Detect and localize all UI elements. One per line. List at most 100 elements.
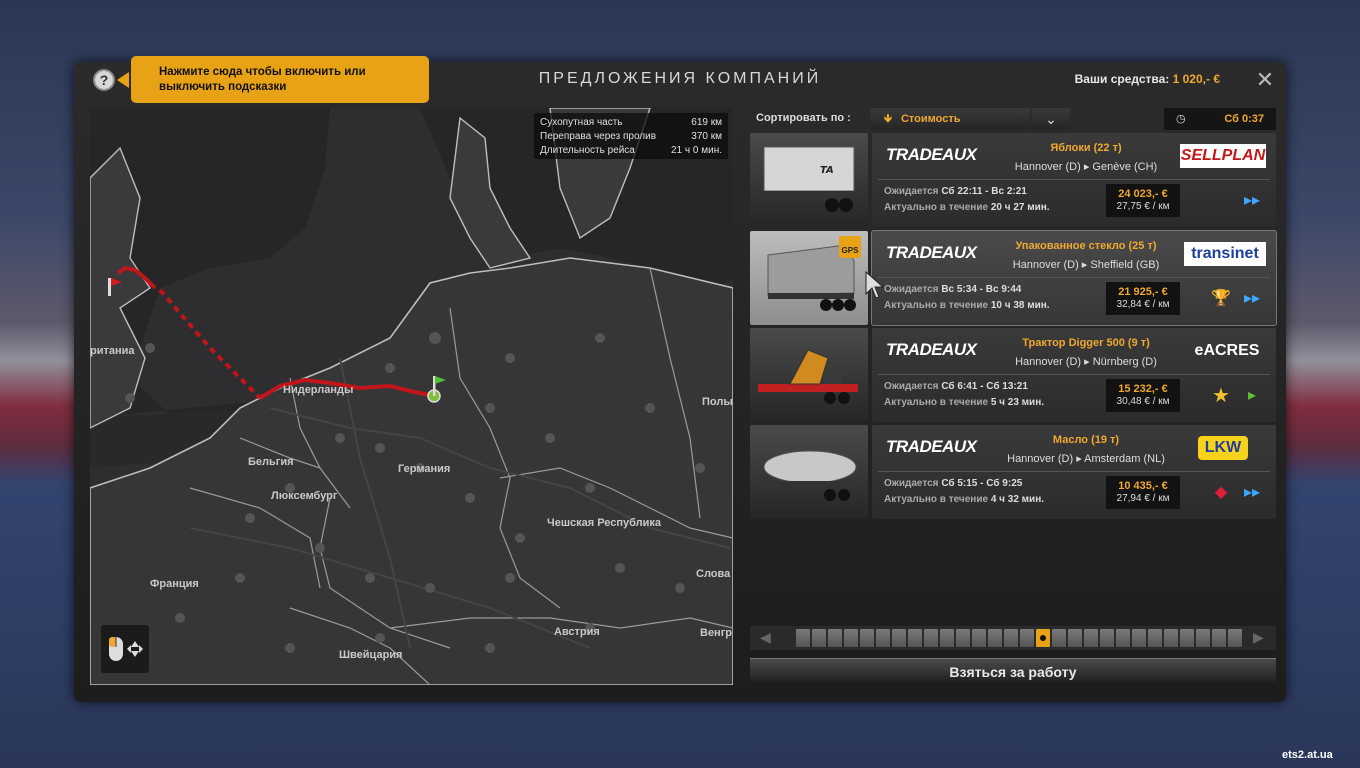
job-trailer-thumb[interactable] — [750, 328, 868, 422]
scroll-cell[interactable] — [828, 629, 842, 647]
scroll-cell[interactable] — [924, 629, 938, 647]
job-trailer-thumb[interactable]: TA — [750, 133, 868, 227]
sort-value: Стоимость — [900, 113, 961, 125]
client-logo: SELLPLAN — [1180, 144, 1266, 168]
valid-value: 10 ч 38 мин. — [990, 300, 1050, 311]
job-offer-card-selected[interactable]: TRADEAUX Упакованное стекло (25 т) Hanno… — [871, 230, 1277, 326]
route-text: Hannover (D) ▸ Genève (CH) — [1014, 161, 1158, 173]
card-divider — [878, 179, 1270, 180]
scroll-position-marker[interactable] — [1036, 629, 1050, 647]
cargo-name: Яблоки (22 т) — [1050, 142, 1122, 154]
scroll-cell[interactable] — [1148, 629, 1162, 647]
job-trailer-thumb[interactable]: GPS — [750, 231, 868, 325]
sort-select[interactable]: 🡻 Стоимость — [870, 108, 1030, 130]
window-title: ПРЕДЛОЖЕНИЯ КОМПАНИЙ — [538, 70, 822, 87]
chevron-down-icon: ⌄ — [1045, 111, 1057, 127]
scroll-cell[interactable] — [940, 629, 954, 647]
scroll-cell[interactable] — [988, 629, 1002, 647]
expected-label: Ожидается — [884, 381, 939, 392]
map-label-netherlands: Нидерланды — [283, 384, 354, 396]
scroll-cell[interactable] — [844, 629, 858, 647]
route-info-label: Длительность рейса — [540, 145, 635, 156]
scroll-cell[interactable] — [1052, 629, 1066, 647]
scroll-left-icon[interactable]: ◀ — [760, 629, 771, 646]
clock-icon: ◷ — [1176, 113, 1186, 125]
clock-time: Сб 0:37 — [1224, 113, 1264, 125]
scroll-cell[interactable] — [956, 629, 970, 647]
route-info-row: Сухопутная часть 619 км — [540, 117, 722, 131]
close-icon[interactable]: ✕ — [1255, 69, 1275, 91]
funds-label: Ваши средства: — [1074, 72, 1170, 86]
scroll-cell[interactable] — [1212, 629, 1226, 647]
scroll-cell[interactable] — [908, 629, 922, 647]
scroll-cell[interactable] — [860, 629, 874, 647]
company-logo: TRADEAUX — [886, 243, 977, 262]
cursor-icon — [865, 270, 884, 299]
map-graphic — [90, 108, 733, 685]
expected-label: Ожидается — [884, 186, 939, 197]
valid-time: Актуально в течение 4 ч 32 мин. — [884, 494, 1044, 505]
map-controls-button[interactable] — [101, 625, 149, 673]
scroll-cell[interactable] — [1116, 629, 1130, 647]
client-logo: eACRES — [1194, 342, 1260, 359]
expected-value: Сб 22:11 - Вс 2:21 — [941, 186, 1027, 197]
scroll-cell[interactable] — [812, 629, 826, 647]
take-job-button[interactable]: Взяться за работу — [750, 658, 1276, 685]
hazardous-cargo-icon: ◆ — [1214, 484, 1228, 501]
watermark: ets2.at.ua — [1282, 749, 1333, 761]
valid-time: Актуально в течение 20 ч 27 мин. — [884, 202, 1050, 213]
fragile-cargo-icon: 🏆 — [1211, 290, 1231, 307]
scroll-cell[interactable] — [876, 629, 890, 647]
card-divider — [878, 374, 1270, 375]
expected-time: Ожидается Сб 5:15 - Сб 9:25 — [884, 478, 1022, 489]
scroll-cell[interactable] — [1100, 629, 1114, 647]
scroll-cell[interactable] — [1084, 629, 1098, 647]
valid-label: Актуально в течение — [884, 300, 989, 311]
company-logo: TRADEAUX — [886, 437, 977, 456]
urgent-delivery-icon: ▸▸ — [1243, 484, 1261, 501]
job-offer-card[interactable]: TRADEAUX Трактор Digger 500 (9 т) Hannov… — [872, 328, 1276, 422]
price-box: 10 435,- € 27,94 € / км — [1106, 476, 1180, 509]
scroll-right-icon[interactable]: ▶ — [1253, 629, 1264, 646]
scroll-cell[interactable] — [1196, 629, 1210, 647]
map-label-france: Франция — [150, 578, 199, 590]
job-offer-card[interactable]: TRADEAUX Яблоки (22 т) Hannover (D) ▸ Ge… — [872, 133, 1276, 227]
scroll-cell[interactable] — [1164, 629, 1178, 647]
question-icon: ? — [99, 72, 109, 88]
expected-time: Ожидается Сб 6:41 - Сб 13:21 — [884, 381, 1028, 392]
client-logo: transinet — [1184, 242, 1266, 266]
scroll-cell[interactable] — [972, 629, 986, 647]
price-box: 21 925,- € 32,84 € / км — [1106, 282, 1180, 315]
help-toggle-button[interactable]: ? — [93, 69, 115, 91]
scroll-cell[interactable] — [796, 629, 810, 647]
price-box: 24 023,- € 27,75 € / км — [1106, 184, 1180, 217]
valid-label: Актуально в течение — [884, 397, 989, 408]
job-price: 15 232,- € — [1118, 383, 1168, 395]
scroll-cell[interactable] — [1068, 629, 1082, 647]
map-label-luxembourg: Люксембург — [271, 490, 338, 502]
valid-value: 20 ч 27 мин. — [990, 202, 1050, 213]
star-icon: ★ — [1212, 385, 1230, 407]
route-info-value: 619 км — [691, 117, 722, 128]
scroll-cell[interactable] — [1004, 629, 1018, 647]
sort-arrow-icon: 🡻 — [884, 113, 892, 125]
expected-value: Сб 6:41 - Сб 13:21 — [941, 381, 1028, 392]
funds-value: 1 020,- € — [1172, 72, 1220, 86]
job-list-scrollbar[interactable]: ◀ ▶ — [750, 626, 1276, 650]
expected-time: Ожидается Вс 5:34 - Вс 9:44 — [884, 284, 1021, 295]
urgent-delivery-icon: ▸▸ — [1243, 290, 1261, 307]
scroll-cell[interactable] — [1132, 629, 1146, 647]
scroll-cell[interactable] — [1020, 629, 1034, 647]
map-label-czech: Чешская Республика — [547, 517, 662, 529]
route-map[interactable] — [90, 108, 733, 685]
price-per-km: 27,94 € / км — [1116, 493, 1170, 504]
scroll-cell[interactable] — [1180, 629, 1194, 647]
price-per-km: 32,84 € / км — [1116, 299, 1170, 310]
job-trailer-thumb[interactable] — [750, 425, 868, 519]
scroll-cell[interactable] — [892, 629, 906, 647]
job-offer-card[interactable]: TRADEAUX Масло (19 т) Hannover (D) ▸ Ams… — [872, 425, 1276, 519]
route-info-row: Переправа через пролив 370 км — [540, 131, 722, 145]
scroll-cell[interactable] — [1228, 629, 1242, 647]
sort-dropdown-button[interactable]: ⌄ — [1032, 108, 1070, 130]
valid-value: 4 ч 32 мин. — [990, 494, 1045, 505]
